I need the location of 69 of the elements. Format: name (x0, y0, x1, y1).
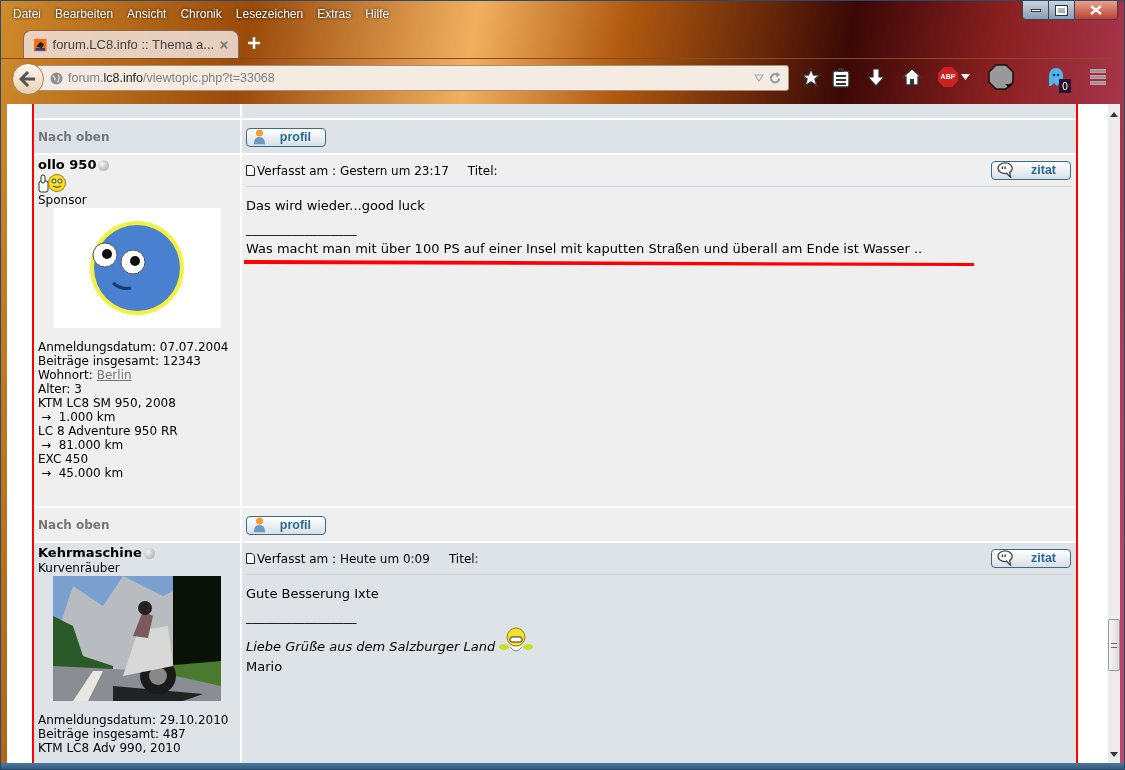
octagon-icon[interactable] (988, 64, 1014, 90)
scroll-up-icon[interactable] (1110, 112, 1118, 117)
profile-field: Beiträge insgesamt: 487 (38, 727, 236, 741)
post-date: Verfasst am : Heute um 0:09 (257, 550, 430, 568)
scrollbar[interactable] (1108, 104, 1120, 763)
menu-icon[interactable] (1089, 69, 1107, 85)
site-favicon-icon (34, 36, 47, 53)
profile-button[interactable]: profil (246, 128, 326, 147)
quote-button[interactable]: zitat (991, 549, 1071, 568)
menu-item[interactable]: Lesezeichen (235, 4, 304, 23)
profile-label: Wohnort: (38, 368, 93, 382)
signature-separator: _________________ (246, 608, 358, 626)
new-tab-icon[interactable] (248, 37, 260, 49)
menu-item[interactable]: Bearbeiten (55, 4, 114, 23)
profile-field: KTM LC8 SM 950, 2008 (38, 396, 236, 410)
menu-item[interactable]: Ansicht (127, 4, 167, 23)
post-title-label: Titel: (448, 550, 479, 568)
back-arrow-icon (19, 71, 37, 87)
speech-bubble-icon (997, 162, 1015, 178)
signature-text: Mario (246, 658, 283, 676)
profile-button[interactable]: profil (246, 516, 326, 535)
signature-text: Was macht man mit über 100 PS auf einer Insel mit kaputten Straßen und überall am Ende ist Wasser .. (246, 240, 923, 258)
profile-field: Beiträge insgesamt: 12343 (38, 354, 236, 368)
post-message: Gute Besserung Ixte (246, 585, 380, 603)
author-name[interactable]: Kehrmaschine (38, 543, 142, 563)
profile-field: → 1.000 km (38, 410, 236, 424)
home-icon[interactable] (902, 68, 922, 86)
caret-icon (961, 74, 970, 80)
globe-icon (50, 71, 63, 85)
document-icon (246, 165, 255, 176)
profile-field: Alter: 3 (38, 382, 236, 396)
author-name[interactable]: ollo 950 (38, 155, 97, 175)
profile-field: Anmeldungsdatum: 07.07.2004 (38, 340, 236, 354)
menu-item[interactable]: Chronik (180, 4, 222, 23)
document-icon (246, 553, 255, 564)
speech-bubble-icon (997, 550, 1015, 566)
person-icon (253, 517, 266, 533)
menu-item[interactable]: Hilfe (365, 4, 390, 23)
signature-text: Liebe Grüße aus dem Salzburger Land (246, 638, 496, 656)
profile-field: LC 8 Adventure 950 RR (38, 424, 236, 438)
bookmarks-list-icon[interactable] (832, 68, 850, 88)
rank-text: Kurvenräuber (38, 561, 121, 575)
location-link[interactable]: Berlin (96, 368, 132, 382)
url-text: forum.lc8.info/viewtopic.php?t=33068 (68, 69, 275, 87)
profile-field: EXC 450 (38, 452, 236, 466)
signature-separator: _________________ (246, 220, 358, 238)
maximize-button[interactable] (1049, 1, 1075, 19)
profile-field: → 45.000 km (38, 466, 236, 480)
person-icon (253, 129, 266, 145)
profile-field: → 81.000 km (38, 438, 236, 452)
counter-badge: 0 (1059, 79, 1071, 93)
profile-field: Anmeldungsdatum: 29.10.2010 (38, 713, 236, 727)
minimize-button[interactable] (1023, 1, 1049, 19)
post-message: Das wird wieder...good luck (246, 197, 426, 215)
post-title-label: Titel: (467, 162, 498, 180)
scroll-down-icon[interactable] (1110, 752, 1118, 757)
menu-item[interactable]: Extras (317, 4, 352, 23)
browser-tab[interactable]: forum.LC8.info :: Thema a... (23, 30, 239, 58)
download-icon[interactable] (867, 68, 885, 88)
quote-button[interactable]: zitat (991, 161, 1071, 180)
back-button[interactable] (12, 63, 44, 95)
star-icon[interactable] (801, 68, 821, 88)
profile-field: KTM LC8 Adv 990, 2010 (38, 741, 236, 755)
close-icon (1090, 5, 1102, 15)
post-date: Verfasst am : Gestern um 23:17 (257, 162, 449, 180)
close-tab-icon[interactable] (220, 39, 228, 50)
rank-text: Sponsor (38, 193, 88, 207)
close-button[interactable] (1075, 1, 1117, 19)
menu-item[interactable]: Datei (13, 4, 41, 23)
